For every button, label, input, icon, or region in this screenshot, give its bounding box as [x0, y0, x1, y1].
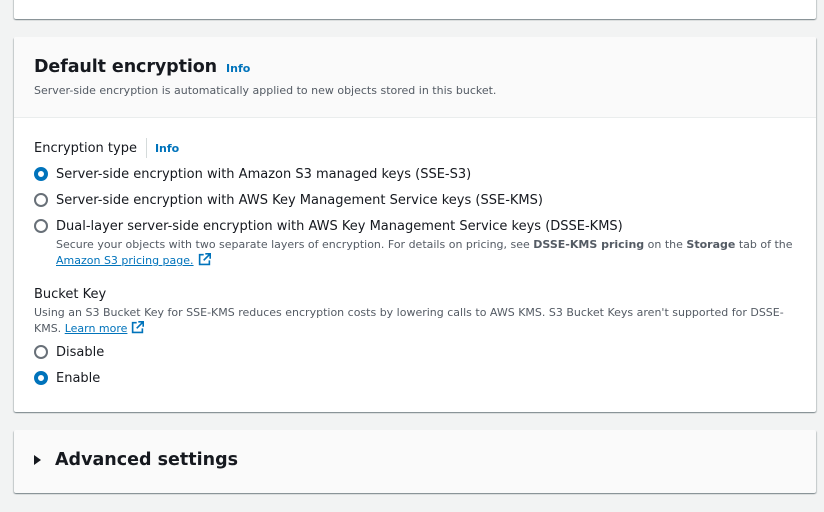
- radio-button[interactable]: [34, 193, 48, 207]
- s3-pricing-page-link[interactable]: Amazon S3 pricing page.: [56, 254, 194, 267]
- radio-dsse-kms[interactable]: Dual-layer server-side encryption with A…: [34, 216, 796, 236]
- advanced-settings-toggle[interactable]: Advanced settings: [14, 430, 816, 470]
- default-encryption-description: Server-side encryption is automatically …: [34, 84, 497, 97]
- bucket-key-label: Bucket Key: [34, 287, 107, 302]
- default-encryption-info-link[interactable]: Info: [226, 62, 250, 75]
- dsse-desc-text: Secure your objects with two separate la…: [56, 238, 534, 251]
- encryption-type-label: Encryption type: [34, 140, 137, 156]
- previous-section-card: [14, 0, 816, 19]
- bucket-key-desc-text: Using an S3 Bucket Key for SSE-KMS reduc…: [34, 306, 784, 335]
- radio-sse-kms[interactable]: Server-side encryption with AWS Key Mana…: [34, 190, 796, 210]
- radio-enable-label: Enable: [56, 370, 101, 386]
- default-encryption-header: Default encryption Info Server-side encr…: [14, 37, 816, 118]
- bucket-key-description: Using an S3 Bucket Key for SSE-KMS reduc…: [34, 305, 784, 337]
- bucket-key-section: Bucket Key Using an S3 Bucket Key for SS…: [34, 287, 796, 388]
- dsse-desc-text: on the: [644, 238, 687, 251]
- dsse-desc-text: tab of the: [735, 238, 793, 251]
- default-encryption-panel: Default encryption Info Server-side encr…: [14, 37, 816, 412]
- radio-bucket-key-disable[interactable]: Disable: [34, 342, 796, 362]
- label-divider: [145, 138, 147, 158]
- encryption-type-label-row: Encryption type Info: [34, 138, 796, 158]
- radio-bucket-key-enable[interactable]: Enable: [34, 368, 796, 388]
- dsse-pricing-bold: DSSE-KMS pricing: [533, 238, 645, 251]
- caret-right-icon[interactable]: [34, 455, 41, 465]
- default-encryption-title: Default encryption: [34, 57, 218, 77]
- default-encryption-body: Encryption type Info Server-side encrypt…: [14, 118, 816, 388]
- external-link-icon[interactable]: [131, 321, 145, 334]
- encryption-type-info-link[interactable]: Info: [155, 142, 179, 155]
- radio-sse-kms-label: Server-side encryption with AWS Key Mana…: [56, 192, 543, 208]
- radio-disable-label: Disable: [56, 344, 105, 360]
- radio-sse-s3-label: Server-side encryption with Amazon S3 ma…: [56, 166, 472, 182]
- radio-dsse-kms-label: Dual-layer server-side encryption with A…: [56, 218, 623, 234]
- title-row: Default encryption Info: [34, 57, 796, 77]
- dsse-kms-description: Secure your objects with two separate la…: [56, 237, 796, 269]
- radio-button-checked[interactable]: [34, 371, 48, 385]
- radio-button[interactable]: [34, 345, 48, 359]
- learn-more-link[interactable]: Learn more: [65, 322, 128, 335]
- radio-button-checked[interactable]: [34, 167, 48, 181]
- storage-tab-bold: Storage: [686, 238, 736, 251]
- external-link-icon[interactable]: [198, 253, 211, 266]
- radio-button[interactable]: [34, 219, 48, 233]
- advanced-settings-panel: Advanced settings: [14, 430, 816, 493]
- advanced-settings-title: Advanced settings: [55, 450, 239, 470]
- radio-sse-s3[interactable]: Server-side encryption with Amazon S3 ma…: [34, 164, 796, 184]
